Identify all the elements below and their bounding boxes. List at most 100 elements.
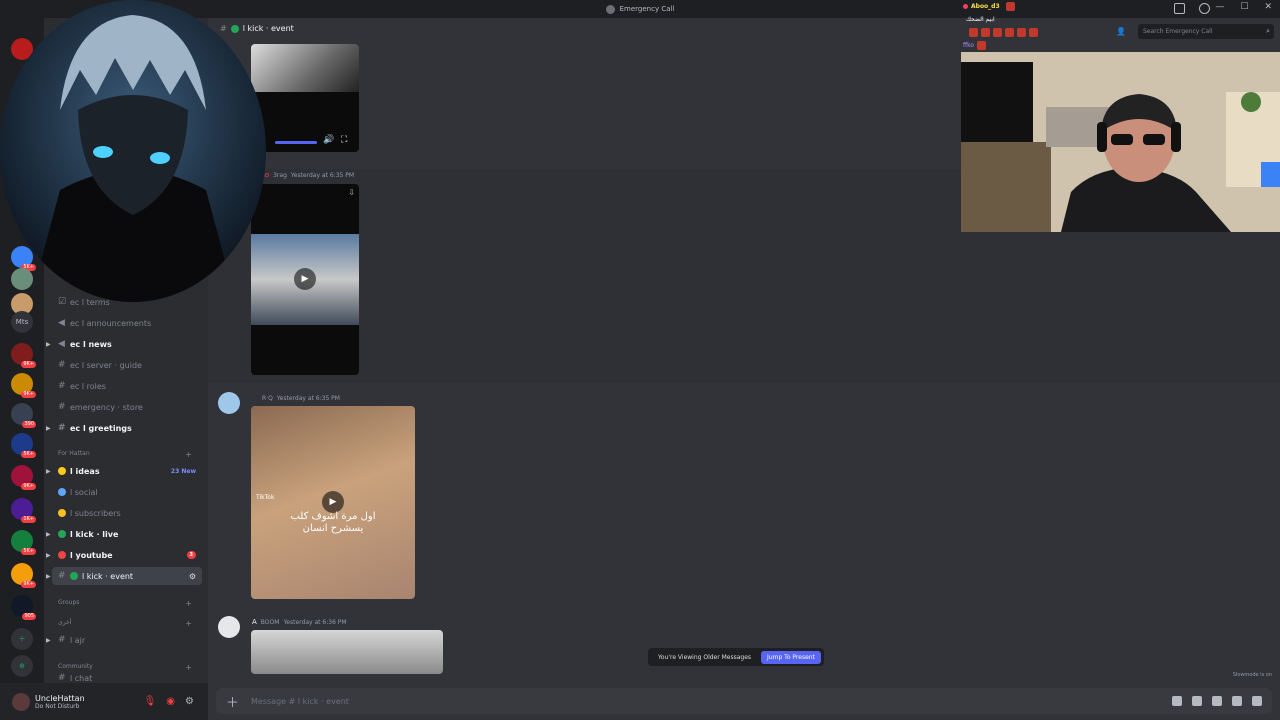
- gift-icon[interactable]: [1172, 696, 1182, 706]
- video-embed[interactable]: [251, 630, 443, 674]
- new-count: 23 New: [170, 467, 196, 475]
- chevron-right-icon: ▶: [46, 340, 51, 348]
- message-composer[interactable]: ＋ Message # l kick · event: [216, 688, 1272, 714]
- channel-label: l subscribers: [70, 508, 121, 518]
- server-avatar[interactable]: 1K+: [11, 498, 36, 523]
- mute-mic-icon[interactable]: 🎙: [144, 696, 157, 707]
- channel-item[interactable]: ▶ # l ajr: [46, 631, 202, 649]
- avatar[interactable]: [218, 616, 240, 638]
- apps-icon[interactable]: [1232, 696, 1242, 706]
- close-icon[interactable]: ✕: [1264, 2, 1272, 12]
- gif-icon[interactable]: [1192, 696, 1202, 706]
- play-icon[interactable]: ▶: [322, 491, 344, 513]
- video-embed[interactable]: TikTok ▶ اول مرة اشوف كلب يسشرح انسان: [251, 406, 415, 599]
- add-server-icon[interactable]: ＋: [11, 628, 33, 650]
- channel-item-active[interactable]: ▶ # l kick · event ⚙: [46, 567, 202, 585]
- caption-line: يسشرح انسان: [302, 523, 364, 534]
- category-header[interactable]: أخرى +: [58, 619, 198, 628]
- channel-item[interactable]: ▶ l kick · live: [46, 525, 202, 543]
- hash-icon: #: [58, 571, 66, 581]
- add-channel-icon[interactable]: +: [185, 663, 192, 672]
- server-avatar[interactable]: 5K+: [11, 246, 36, 271]
- message-meta: A BOOM Yesterday at 6:36 PM: [252, 618, 347, 626]
- channel-item[interactable]: ▶ l youtube 3: [46, 546, 202, 564]
- add-channel-icon[interactable]: +: [185, 450, 192, 459]
- search-input[interactable]: Search Emergency Call ⌕: [1138, 24, 1274, 39]
- inbox-icon[interactable]: [1174, 3, 1185, 14]
- avatar[interactable]: [12, 692, 30, 711]
- volume-slider[interactable]: [275, 141, 317, 144]
- channel-item[interactable]: # ec l server · guide: [52, 356, 202, 374]
- attach-icon[interactable]: ＋: [226, 692, 239, 711]
- server-avatar[interactable]: 9K+: [11, 373, 36, 398]
- category-label: أخرى: [58, 619, 72, 626]
- emote-icon: [1017, 28, 1026, 37]
- server-badge: 9K+: [21, 361, 36, 368]
- slowmode-label: Slowmode is on: [1232, 672, 1272, 678]
- channel-item[interactable]: ▶ ◀ ec l news: [46, 335, 202, 353]
- jump-to-present-button[interactable]: Jump To Present: [761, 650, 821, 664]
- chevron-right-icon: ▶: [46, 467, 51, 475]
- composer-placeholder: Message # l kick · event: [251, 696, 349, 706]
- volume-icon[interactable]: 🔊: [323, 135, 334, 145]
- emote-icon: [1005, 2, 1015, 11]
- channel-label: ec l news: [70, 339, 112, 349]
- emoji-icon[interactable]: [1252, 696, 1262, 706]
- message-time: Yesterday at 6:35 PM: [276, 395, 340, 402]
- channel-item[interactable]: ▶ # ec l greetings: [46, 419, 202, 437]
- video-embed[interactable]: 🔊 ⛶: [251, 44, 359, 152]
- older-messages-bar: You're Viewing Older Messages Jump To Pr…: [648, 648, 824, 666]
- video-embed[interactable]: ⇩ ▶: [251, 184, 359, 375]
- deafen-icon[interactable]: ◉: [166, 696, 175, 707]
- server-avatar[interactable]: 5K+: [11, 433, 36, 458]
- add-channel-icon[interactable]: +: [185, 599, 192, 608]
- fullscreen-icon[interactable]: ⛶: [341, 135, 347, 145]
- avatar[interactable]: [218, 392, 240, 414]
- server-avatar[interactable]: 9K+: [11, 343, 36, 368]
- channel-item[interactable]: l subscribers: [52, 504, 202, 522]
- mention-badge: 3: [186, 551, 196, 559]
- category-header[interactable]: For Hattan +: [58, 450, 198, 459]
- webcam-image: [961, 52, 1280, 232]
- channel-label: ec l roles: [70, 381, 106, 391]
- server-avatar[interactable]: 9K+: [11, 465, 36, 490]
- download-icon[interactable]: ⇩: [348, 188, 355, 197]
- message-meta: R·Q Yesterday at 6:35 PM: [258, 395, 340, 402]
- hash-icon: #: [58, 360, 66, 370]
- chevron-right-icon: ▶: [46, 551, 51, 559]
- sticker-icon[interactable]: [1212, 696, 1222, 706]
- globe-icon: [58, 488, 66, 496]
- add-channel-icon[interactable]: +: [185, 619, 192, 628]
- gear-icon[interactable]: ⚙: [185, 696, 194, 707]
- server-text-avatar[interactable]: Mts: [11, 311, 33, 333]
- channel-settings-icon[interactable]: ⚙: [189, 572, 196, 581]
- channel-item[interactable]: l social: [52, 483, 202, 501]
- category-header[interactable]: Community +: [58, 663, 198, 672]
- channel-item[interactable]: # ec l roles: [52, 377, 202, 395]
- channel-title: l kick · event: [242, 24, 294, 33]
- hash-icon: #: [58, 381, 66, 391]
- message-author[interactable]: A: [252, 618, 257, 626]
- bell-icon: [58, 509, 66, 517]
- discord-app: Emergency Call — ☐ ✕ 5K+ Mts 9K+ 9K+ 390…: [0, 0, 1280, 720]
- channel-label: l social: [70, 487, 98, 497]
- server-avatar[interactable]: [11, 268, 33, 290]
- server-avatar[interactable]: 390: [11, 403, 36, 428]
- channel-item[interactable]: ◀ ec l announcements: [52, 314, 202, 332]
- channel-item[interactable]: # emergency · store: [52, 398, 202, 416]
- channel-item[interactable]: # l chat: [52, 673, 202, 683]
- server-icon: [605, 4, 615, 14]
- hash-icon: #: [58, 402, 66, 412]
- server-avatar[interactable]: 5K+: [11, 530, 36, 555]
- server-avatar[interactable]: 905: [11, 595, 36, 620]
- play-icon[interactable]: ▶: [294, 268, 316, 290]
- server-avatar[interactable]: 9K+: [11, 563, 36, 588]
- channel-label: l kick · live: [70, 529, 119, 539]
- category-header[interactable]: Groups +: [58, 599, 198, 608]
- discover-icon[interactable]: ⊕: [11, 655, 33, 677]
- maximize-icon[interactable]: ☐: [1240, 2, 1248, 12]
- channel-item[interactable]: ▶ l ideas 23 New: [46, 462, 202, 480]
- help-icon[interactable]: [1199, 3, 1210, 14]
- minimize-icon[interactable]: —: [1215, 2, 1224, 12]
- category-label: Groups: [58, 599, 80, 606]
